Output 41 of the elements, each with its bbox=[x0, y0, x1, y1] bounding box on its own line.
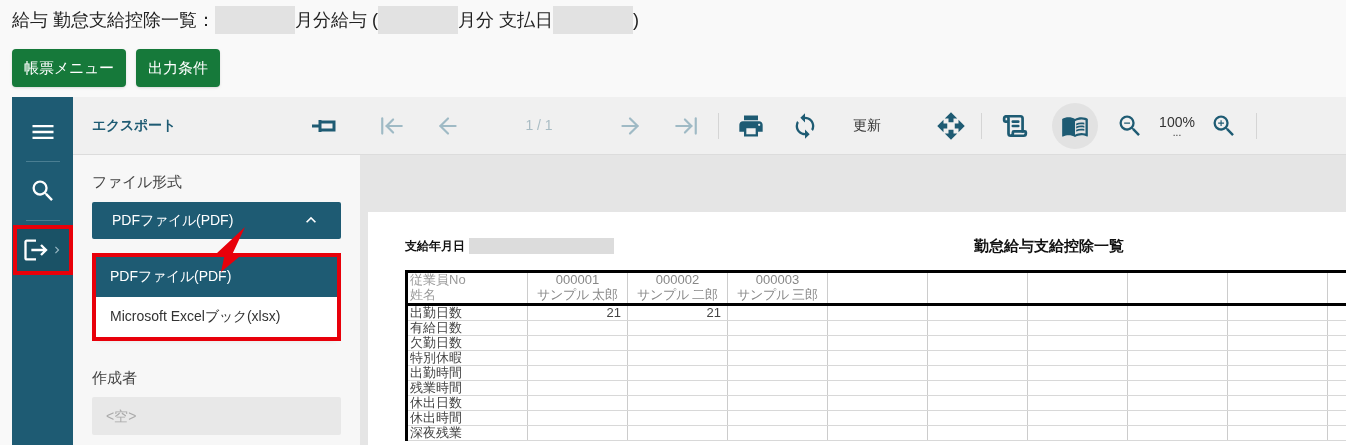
table-cell: 000002 bbox=[628, 273, 728, 288]
table-cell: 000003 bbox=[728, 273, 828, 288]
report-title: 月分給与 ( bbox=[295, 8, 378, 32]
table-cell: 深夜残業 bbox=[408, 426, 528, 440]
date-label: 支給年月日 bbox=[405, 238, 465, 255]
table-cell: サンプル 二郎 bbox=[628, 288, 728, 303]
dropdown-option[interactable]: Microsoft Excelブック(xlsx) bbox=[96, 296, 337, 337]
table-cell: 休出時間 bbox=[408, 411, 528, 425]
toolbar-button[interactable]: 出力条件 bbox=[136, 49, 220, 87]
report-heading: 勤怠給与支給控除一覧 bbox=[974, 235, 1124, 256]
report-title: 給与 勤怠支給控除一覧： bbox=[12, 8, 215, 32]
table-cell: 残業時間 bbox=[408, 381, 528, 395]
scroll-icon bbox=[1002, 112, 1028, 139]
refresh-text-button[interactable]: 更新 bbox=[847, 105, 887, 146]
table-cell: 000001 bbox=[528, 273, 628, 288]
table-cell: 21 bbox=[628, 306, 728, 320]
file-format-dropdown[interactable]: PDFファイル(PDF) bbox=[92, 201, 341, 239]
author-field[interactable]: <空> bbox=[92, 397, 341, 435]
table-cell: 従業員No bbox=[408, 273, 528, 288]
toolbar-button[interactable]: 帳票メニュー bbox=[12, 49, 126, 87]
table-cell: 出勤時間 bbox=[408, 366, 528, 380]
table-cell: 欠勤日数 bbox=[408, 336, 528, 350]
view-mode-button[interactable] bbox=[1052, 102, 1098, 149]
page-indicator: 1 / 1 bbox=[524, 116, 554, 135]
field-label: ファイル形式 bbox=[92, 172, 183, 192]
table-cell: 21 bbox=[528, 306, 628, 320]
table-cell: サンプル 三郎 bbox=[728, 288, 828, 303]
field-label: 作成者 bbox=[92, 367, 138, 388]
panel-title: エクスポート bbox=[92, 116, 176, 135]
report-title: ) bbox=[633, 8, 640, 32]
report-title: 月分 支払日 bbox=[458, 8, 554, 32]
zoom-more: ... bbox=[1172, 128, 1182, 137]
table-cell: 休出日数 bbox=[408, 396, 528, 410]
dropdown-option[interactable]: PDFファイル(PDF) bbox=[96, 256, 337, 297]
table-cell: 出勤日数 bbox=[408, 306, 528, 320]
table-cell: 特別休暇 bbox=[408, 351, 528, 365]
table-cell: サンプル 太郎 bbox=[528, 288, 628, 303]
table-cell: 姓名 bbox=[408, 288, 528, 303]
zoom-level: 100% bbox=[1159, 114, 1195, 129]
move-icon bbox=[936, 110, 966, 141]
table-cell: 有給日数 bbox=[408, 321, 528, 335]
